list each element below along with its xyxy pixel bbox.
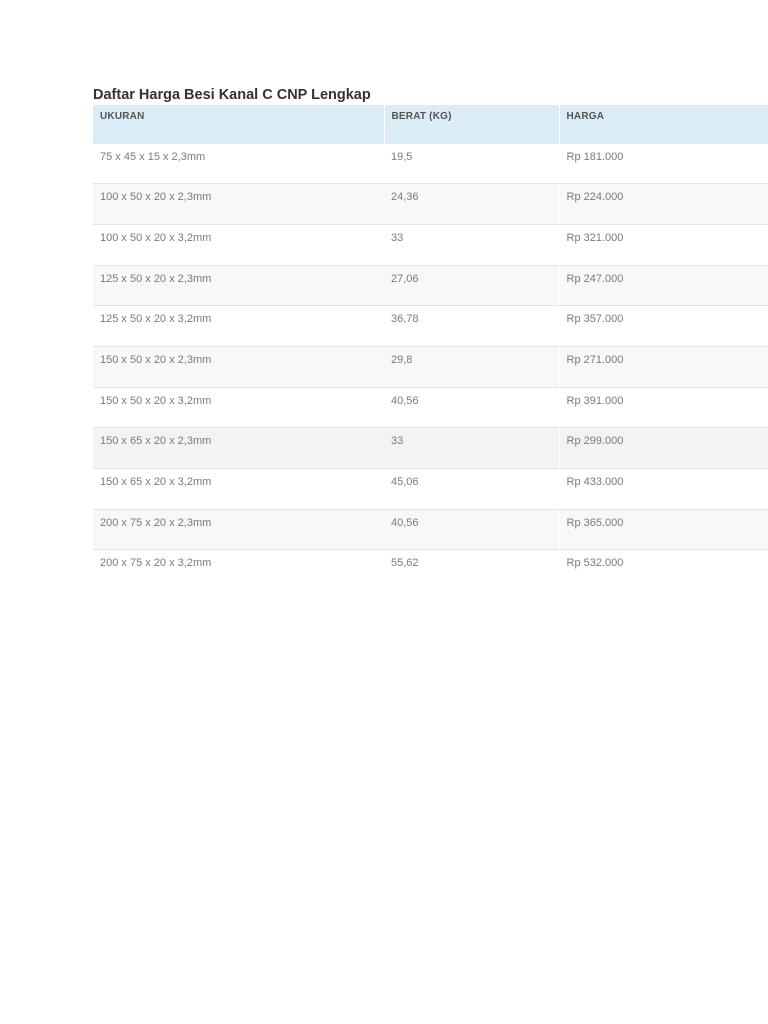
cell-berat: 24,36 <box>384 183 559 225</box>
page-title: Daftar Harga Besi Kanal C CNP Lengkap <box>93 87 371 103</box>
table-header-row: UKURAN BERAT (KG) HARGA <box>93 105 768 143</box>
cell-ukuran: 200 x 75 x 20 x 3,2mm <box>93 549 384 591</box>
cell-harga: Rp 271.000 <box>558 345 768 388</box>
cell-harga: Rp 365.000 <box>558 508 768 550</box>
cell-ukuran: 150 x 50 x 20 x 2,3mm <box>93 345 384 388</box>
cell-ukuran: 75 x 45 x 15 x 2,3mm <box>93 142 384 184</box>
cell-harga: Rp 357.000 <box>558 305 768 347</box>
table-row: 125 x 50 x 20 x 3,2mm 36,78 Rp 357.000 <box>93 305 768 347</box>
cell-berat: 29,8 <box>384 345 559 388</box>
document-content: Daftar Harga Besi Kanal C CNP Lengkap UK… <box>93 86 768 591</box>
cell-berat: 40,56 <box>384 386 559 428</box>
table-row: 100 x 50 x 20 x 3,2mm 33 Rp 321.000 <box>93 223 768 266</box>
cell-berat: 45,06 <box>384 468 559 510</box>
cell-ukuran: 200 x 75 x 20 x 2,3mm <box>93 508 384 550</box>
table-header: UKURAN BERAT (KG) HARGA <box>93 105 768 143</box>
table-row: 200 x 75 x 20 x 2,3mm 40,56 Rp 365.000 <box>93 508 768 550</box>
cell-harga: Rp 391.000 <box>558 386 768 428</box>
cell-ukuran: 150 x 50 x 20 x 3,2mm <box>93 386 384 428</box>
cell-berat: 33 <box>384 223 559 266</box>
cell-berat: 36,78 <box>384 305 559 347</box>
cell-berat: 40,56 <box>384 508 559 550</box>
cell-ukuran: 100 x 50 x 20 x 3,2mm <box>93 223 384 266</box>
price-table: UKURAN BERAT (KG) HARGA 75 x 45 x 15 x 2… <box>93 105 768 591</box>
cell-ukuran: 125 x 50 x 20 x 2,3mm <box>93 264 384 306</box>
cell-berat: 27,06 <box>384 264 559 306</box>
cell-harga: Rp 321.000 <box>558 223 768 266</box>
cell-berat: 19,5 <box>384 142 559 184</box>
cell-harga: Rp 224.000 <box>558 183 768 225</box>
column-header-berat: BERAT (KG) <box>384 105 560 143</box>
table-row: 150 x 50 x 20 x 3,2mm 40,56 Rp 391.000 <box>93 386 768 428</box>
table-body: 75 x 45 x 15 x 2,3mm 19,5 Rp 181.000 100 x … <box>93 142 768 591</box>
table-row: 125 x 50 x 20 x 2,3mm 27,06 Rp 247.000 <box>93 264 768 306</box>
cell-harga: Rp 247.000 <box>558 264 768 306</box>
cell-harga: Rp 532.000 <box>558 549 768 591</box>
cell-berat: 55,62 <box>384 549 559 591</box>
cell-harga: Rp 299.000 <box>558 427 768 469</box>
cell-harga: Rp 433.000 <box>558 468 768 510</box>
column-header-harga: HARGA <box>559 105 768 143</box>
table-row: 200 x 75 x 20 x 3,2mm 55,62 Rp 532.000 <box>93 549 768 591</box>
cell-ukuran: 150 x 65 x 20 x 2,3mm <box>93 427 384 469</box>
column-header-ukuran: UKURAN <box>93 105 385 143</box>
cell-berat: 33 <box>384 427 559 469</box>
table-row: 150 x 50 x 20 x 2,3mm 29,8 Rp 271.000 <box>93 345 768 388</box>
table-row: 150 x 65 x 20 x 3,2mm 45,06 Rp 433.000 <box>93 468 768 510</box>
table-row: 100 x 50 x 20 x 2,3mm 24,36 Rp 224.000 <box>93 183 768 225</box>
cell-ukuran: 125 x 50 x 20 x 3,2mm <box>93 305 384 347</box>
table-row: 150 x 65 x 20 x 2,3mm 33 Rp 299.000 <box>93 427 768 469</box>
table-row: 75 x 45 x 15 x 2,3mm 19,5 Rp 181.000 <box>93 142 768 184</box>
cell-ukuran: 150 x 65 x 20 x 3,2mm <box>93 468 384 510</box>
cell-ukuran: 100 x 50 x 20 x 2,3mm <box>93 183 384 225</box>
cell-harga: Rp 181.000 <box>558 142 768 184</box>
